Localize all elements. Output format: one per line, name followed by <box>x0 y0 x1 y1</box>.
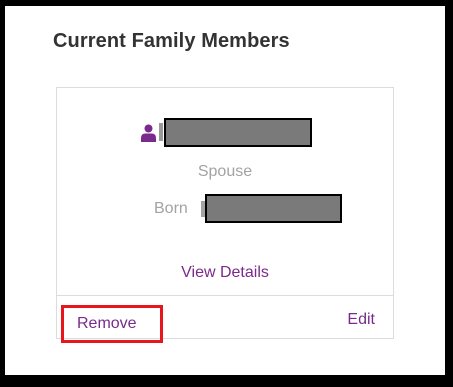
card-footer: Remove Edit <box>57 295 393 343</box>
family-member-card: Spouse Born View Details Remove Edit <box>56 87 394 343</box>
edit-button[interactable]: Edit <box>347 311 375 329</box>
birthdate-redacted <box>205 194 342 223</box>
member-relationship: Spouse <box>197 163 253 180</box>
born-label: Born <box>154 200 188 217</box>
member-name-partial <box>159 123 163 141</box>
remove-button-label: Remove <box>77 315 137 332</box>
remove-button[interactable]: Remove <box>61 305 163 343</box>
section-title: Current Family Members <box>53 30 290 52</box>
member-name-redacted <box>164 118 312 147</box>
screenshot-frame: Current Family Members Spouse Born View … <box>0 0 453 387</box>
person-icon <box>141 124 156 142</box>
view-details-link[interactable]: View Details <box>57 264 393 282</box>
